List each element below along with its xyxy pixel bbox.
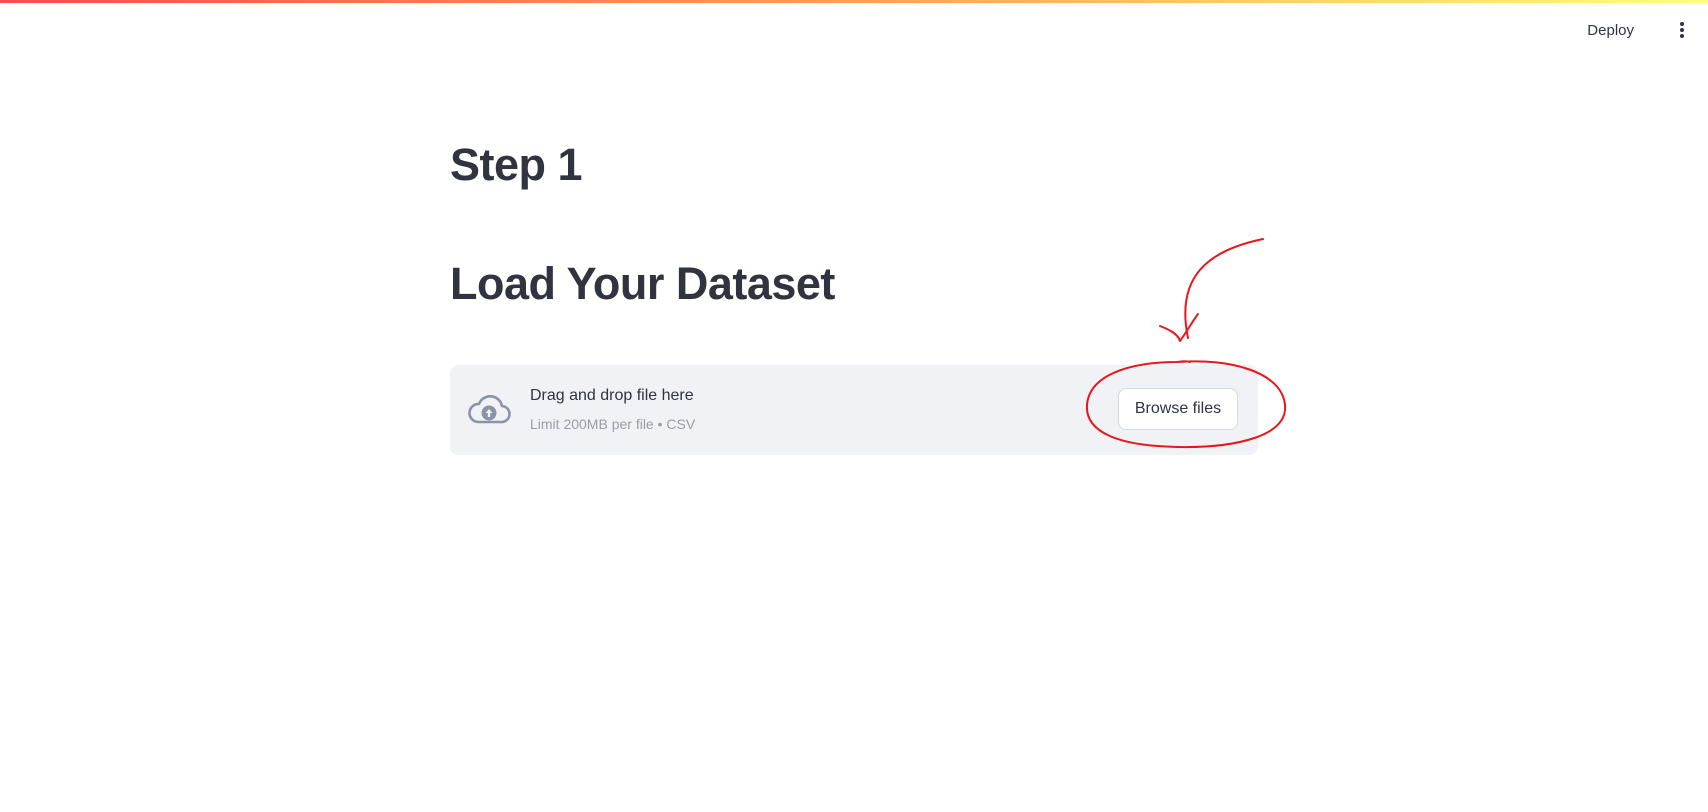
- annotation-arrow-head: [1159, 313, 1199, 342]
- app-header: Deploy: [0, 3, 1708, 55]
- dropzone-limit-text: Limit 200MB per file • CSV: [530, 416, 696, 432]
- app-page: Deploy Step 1 Load Your Dataset Drag and…: [0, 0, 1708, 812]
- main-menu-button[interactable]: [1668, 16, 1696, 44]
- vertical-ellipsis-icon: [1680, 22, 1684, 38]
- browse-files-button[interactable]: Browse files: [1118, 388, 1238, 430]
- annotation-arrow-stroke: [1184, 238, 1264, 339]
- dropzone-instructions: Drag and drop file here: [530, 387, 694, 404]
- page-title-load-dataset: Load Your Dataset: [450, 258, 835, 309]
- file-dropzone[interactable]: Drag and drop file here Limit 200MB per …: [450, 365, 1258, 455]
- page-title-step: Step 1: [450, 139, 583, 190]
- cloud-upload-icon: [468, 394, 511, 424]
- deploy-button[interactable]: Deploy: [1579, 16, 1642, 44]
